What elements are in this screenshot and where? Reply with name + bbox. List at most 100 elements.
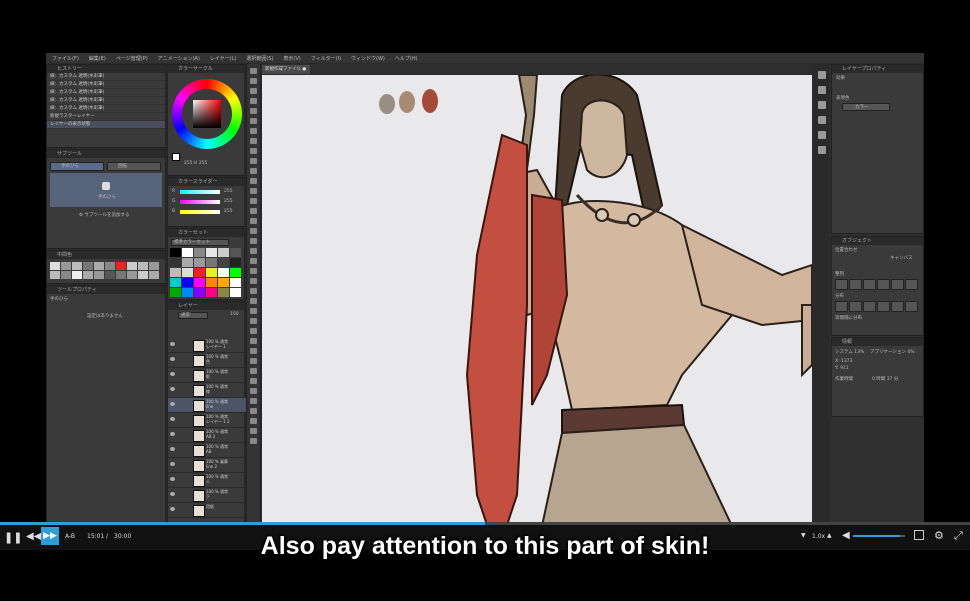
layer-row[interactable]: 100 % 乗算 line 2 [168,458,246,473]
intermediate-color-cell[interactable] [72,262,82,270]
picture-in-picture-icon[interactable] [914,530,924,540]
color-swatch[interactable] [206,278,217,287]
intermediate-color-cell[interactable] [138,271,148,279]
color-swatch[interactable] [206,258,217,267]
saturation-square[interactable] [193,100,221,128]
expression-color-dropdown[interactable]: カラー [842,103,890,111]
eye-icon[interactable] [170,462,175,466]
eye-icon[interactable] [170,342,175,346]
color-swatch[interactable] [218,268,229,277]
volume-slider[interactable] [853,535,905,537]
menu-item[interactable]: ヘルプ(H) [395,55,418,62]
intermediate-color-cell[interactable] [149,262,159,270]
tool-icon[interactable] [250,358,257,364]
eye-icon[interactable] [170,402,175,406]
intermediate-color-cell[interactable] [105,271,115,279]
history-item[interactable]: 線：カスタム 透明(水彩筆) [47,89,165,97]
layer-row[interactable]: 100 % 通常 影 [168,368,246,383]
tool-icon[interactable] [250,418,257,424]
menu-item[interactable]: ページ管理(P) [116,55,148,62]
align-icon[interactable] [835,279,848,290]
tool-icon[interactable] [250,78,257,84]
align-icon[interactable] [905,301,918,312]
intermediate-color-cell[interactable] [94,262,104,270]
intermediate-color-cell[interactable] [83,271,93,279]
panel-icon[interactable] [818,86,826,94]
color-swatch[interactable] [206,288,217,297]
tool-icon[interactable] [250,198,257,204]
color-swatch[interactable] [230,288,241,297]
add-subtool-button[interactable]: ⚙ サブツールを追加する [79,212,129,218]
menu-item[interactable]: ウィンドウ(W) [351,55,385,62]
align-icon[interactable] [905,279,918,290]
intermediate-color-cell[interactable] [61,262,71,270]
tool-icon[interactable] [250,228,257,234]
tool-icon[interactable] [250,158,257,164]
tool-icon[interactable] [250,368,257,374]
subtool-hand-tab[interactable]: 手のひら [50,162,104,171]
panel-icon[interactable] [818,116,826,124]
align-icon[interactable] [877,301,890,312]
menu-item[interactable]: 編集(E) [89,55,106,62]
main-color-swatch[interactable] [172,153,180,161]
intermediate-color-cell[interactable] [116,271,126,279]
intermediate-color-cell[interactable] [94,271,104,279]
speed-up-icon[interactable]: ▲ [827,532,832,539]
tool-icon[interactable] [250,148,257,154]
align-icon[interactable] [849,301,862,312]
color-swatch[interactable] [182,268,193,277]
tool-icon[interactable] [250,88,257,94]
tool-icon[interactable] [250,128,257,134]
align-icon[interactable] [877,279,890,290]
tool-icon[interactable] [250,318,257,324]
history-item[interactable]: 線：カスタム 透明(水彩筆) [47,97,165,105]
layer-row[interactable]: 100 % 通常 線 [168,383,246,398]
layer-row[interactable]: 100 % 通常 AB 2 [168,428,246,443]
tool-icon[interactable] [250,378,257,384]
tool-icon[interactable] [250,328,257,334]
history-item[interactable]: 線：カスタム 透明(水彩筆) [47,81,165,89]
align-icon[interactable] [863,301,876,312]
tool-icon[interactable] [250,348,257,354]
drawing-canvas[interactable] [262,75,812,526]
layer-row[interactable]: 100 % 通常 人 [168,473,246,488]
color-swatch[interactable] [194,258,205,267]
volume-icon[interactable]: ◀ [842,530,850,541]
tool-icon[interactable] [250,238,257,244]
color-swatch[interactable] [230,248,241,257]
history-item[interactable]: レイヤーの表示状態 [47,121,165,129]
color-swatch[interactable] [194,268,205,277]
color-swatch[interactable] [194,248,205,257]
tool-icon[interactable] [250,68,257,74]
color-swatch[interactable] [218,248,229,257]
layer-row[interactable]: 100 % 通常 AB [168,443,246,458]
intermediate-color-cell[interactable] [127,271,137,279]
color-swatch[interactable] [182,248,193,257]
color-swatch[interactable] [182,288,193,297]
tool-icon[interactable] [250,408,257,414]
eye-icon[interactable] [170,507,175,511]
tool-icon[interactable] [250,288,257,294]
menu-item[interactable]: フィルター(I) [311,55,341,62]
tool-icon[interactable] [250,208,257,214]
r-slider[interactable] [180,190,220,194]
panel-icon[interactable] [818,131,826,139]
color-swatch[interactable] [170,258,181,267]
panel-icon[interactable] [818,146,826,154]
history-item[interactable]: 新規ラスターレイヤー [47,113,165,121]
subtool-rotate-tab[interactable]: 回転 [107,162,161,171]
color-swatch[interactable] [206,268,217,277]
color-swatch[interactable] [194,278,205,287]
align-icon[interactable] [835,301,848,312]
tool-icon[interactable] [250,178,257,184]
color-swatch[interactable] [182,258,193,267]
menu-item[interactable]: アニメーション(A) [158,55,200,62]
playback-speed[interactable]: 1.0x [812,533,825,540]
intermediate-color-cell[interactable] [105,262,115,270]
blend-mode-dropdown[interactable]: 通常 [178,312,208,319]
tool-icon[interactable] [250,388,257,394]
history-item[interactable]: 線：カスタム 透明(水彩筆) [47,73,165,81]
menu-item[interactable]: 選択範囲(S) [246,55,273,62]
fullscreen-icon[interactable]: ⤢ [954,529,963,543]
intermediate-color-cell[interactable] [149,271,159,279]
